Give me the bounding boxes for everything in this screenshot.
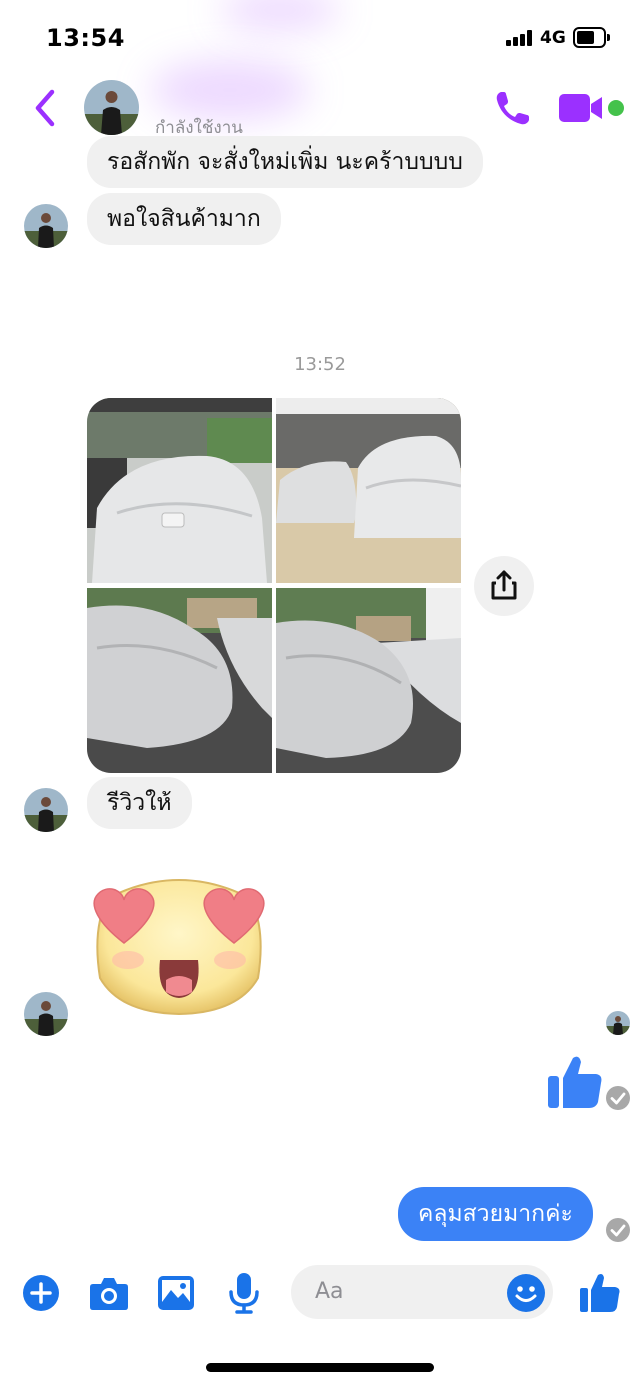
image-icon [158,1276,194,1310]
delivered-check-icon [606,1218,630,1242]
contact-avatar-small[interactable] [24,204,68,248]
delivered-check-icon [606,1086,630,1110]
home-indicator [206,1363,434,1372]
camera-icon [90,1278,128,1310]
seen-avatar [606,1011,630,1035]
thumbs-up-icon [548,1056,602,1108]
photo-car-cover-4[interactable] [276,588,461,773]
photo-car-cover-2[interactable] [276,398,461,583]
thumbs-up-icon [580,1274,620,1312]
smiley-icon [507,1274,545,1312]
sent-like-sticker[interactable] [546,1052,604,1110]
microphone-icon [229,1273,259,1314]
photo-attachment-grid[interactable] [87,398,461,773]
message-timestamp: 13:52 [294,354,346,375]
chat-header: กำลังใช้งาน [0,0,640,140]
heart-eyes-emoji-icon [93,879,265,1016]
chevron-left-icon [35,89,55,127]
incoming-message[interactable]: รอสักพัก จะสั่งใหม่เพิ่ม นะคร้าบบบบ [87,136,483,188]
emoji-button[interactable] [506,1273,546,1313]
message-input-placeholder: Aa [315,1279,344,1304]
contact-avatar-small[interactable] [24,788,68,832]
heart-eyes-sticker[interactable] [88,868,270,1018]
incoming-message[interactable]: รีวิวให้ [87,777,192,829]
video-call-button[interactable] [558,92,604,124]
add-button[interactable] [22,1274,60,1312]
voice-call-button[interactable] [493,88,533,128]
video-camera-icon [559,94,602,122]
outgoing-message[interactable]: คลุมสวยมากค่ะ [398,1187,593,1241]
back-button[interactable] [28,88,62,128]
incoming-message[interactable]: พอใจสินค้ามาก [87,193,281,245]
photo-car-cover-3[interactable] [87,588,272,773]
contact-avatar[interactable] [84,80,139,135]
camera-button[interactable] [89,1275,129,1311]
plus-circle-icon [23,1275,59,1311]
phone-icon [496,92,529,125]
photo-car-cover-1[interactable] [87,398,272,583]
contact-avatar-small[interactable] [24,992,68,1036]
voice-button[interactable] [228,1272,260,1314]
gallery-button[interactable] [157,1275,195,1311]
share-icon [491,570,517,600]
like-button[interactable] [578,1270,622,1314]
online-indicator [608,100,624,116]
share-button[interactable] [474,556,534,616]
